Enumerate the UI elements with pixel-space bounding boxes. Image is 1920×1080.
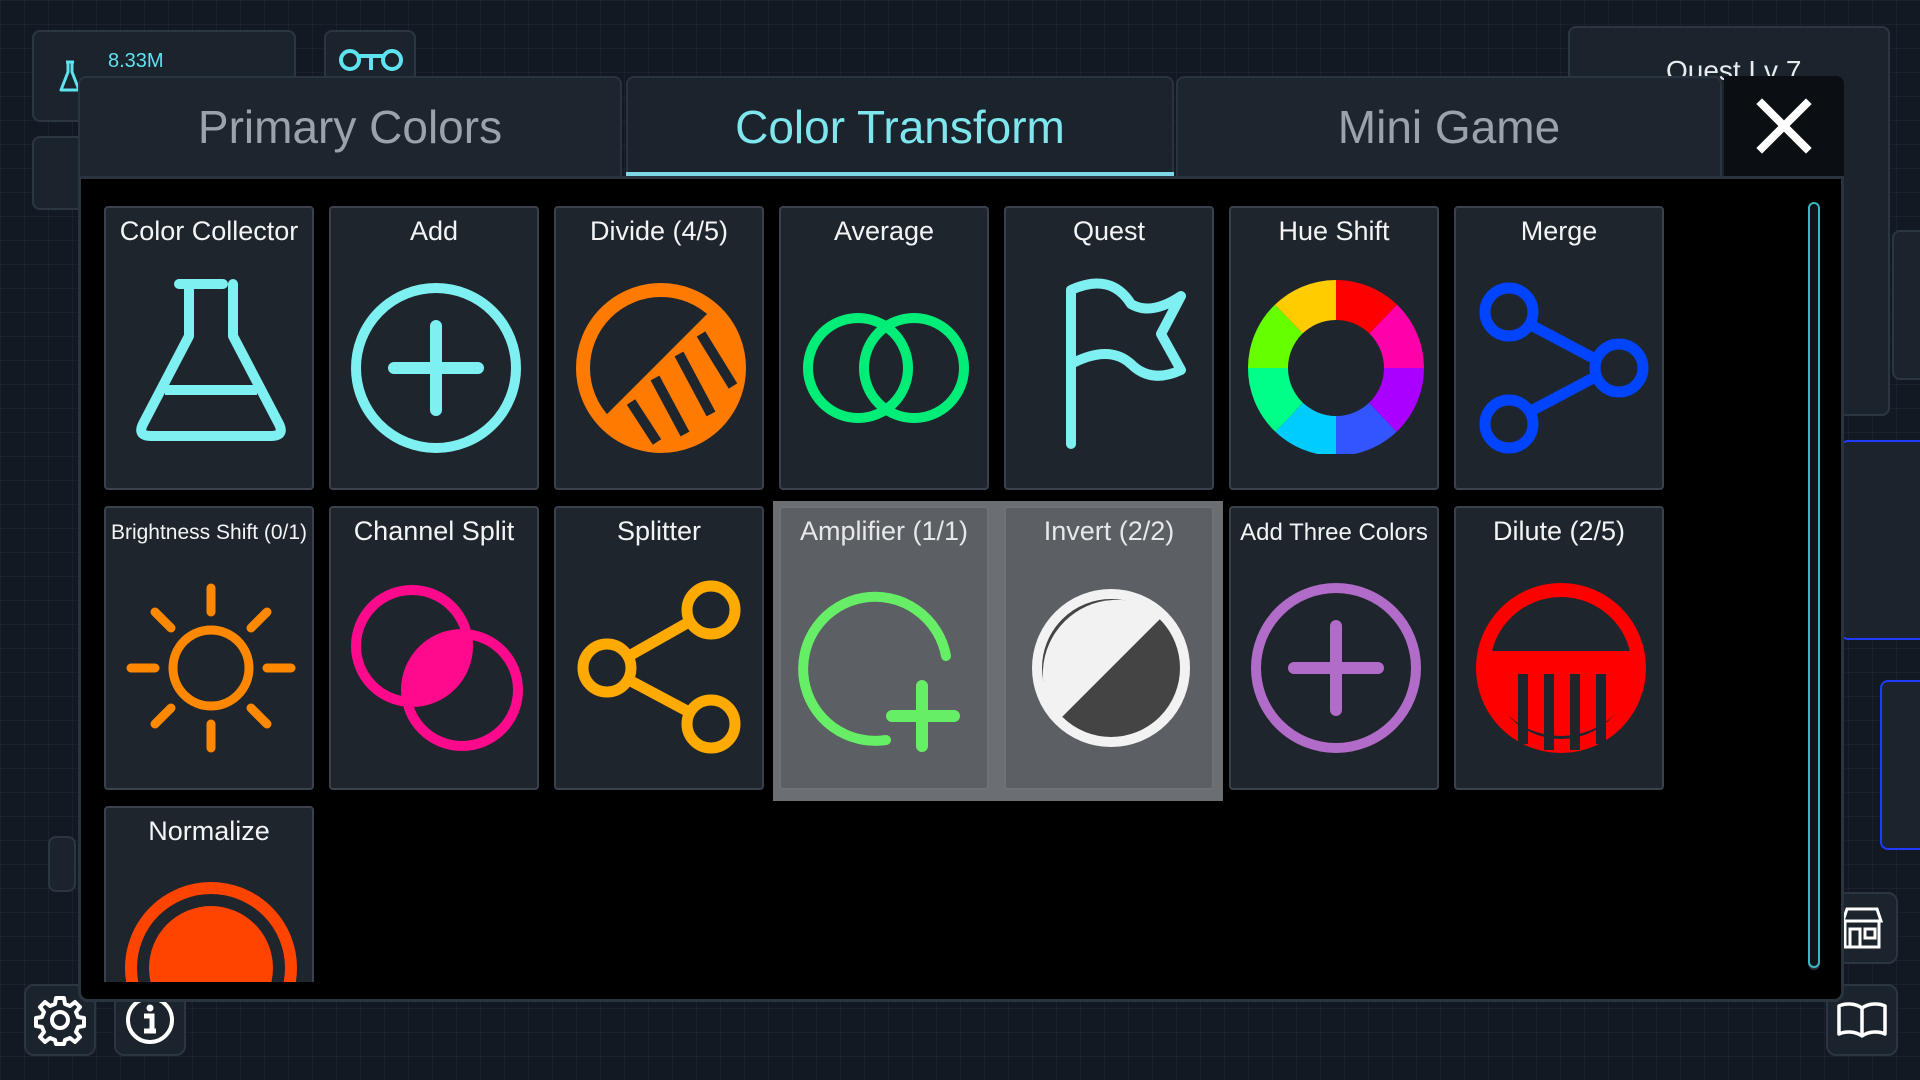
card-title: Normalize [148,816,270,846]
card-color-collector[interactable]: Color Collector [104,206,314,490]
divide-icon [576,283,746,453]
card-invert[interactable]: Invert (2/2) [1004,506,1214,790]
plus-circle-purple-icon [1251,583,1421,753]
card-add-three-colors[interactable]: Add Three Colors [1229,506,1439,790]
merge-icon [1479,282,1649,454]
card-title: Quest [1072,216,1146,246]
money-value: 8.33M [108,50,164,72]
channel-split-icon [351,585,523,751]
card-dilute[interactable]: Dilute (2/5) [1454,506,1664,790]
close-icon [1756,98,1812,154]
right-node-panel [1840,440,1920,640]
card-add[interactable]: Add [329,206,539,490]
flag-icon [1066,278,1186,449]
scrollbar[interactable] [1808,202,1820,968]
card-title: Splitter [616,516,702,546]
left-node-panel [48,836,76,892]
invert-icon [1032,589,1190,747]
card-title: Channel Split [353,516,515,546]
card-title: Hue Shift [1278,216,1390,246]
tab-primary-colors[interactable]: Primary Colors [78,76,622,176]
card-title: Dilute (2/5) [1492,516,1626,546]
card-title: Divide (4/5) [589,216,729,246]
color-wheel-icon [1248,280,1424,454]
right-node-panel-2 [1880,680,1920,850]
card-title: Merge [1520,216,1598,246]
card-title: Average [833,216,935,246]
plus-circle-icon [351,283,521,453]
card-divide[interactable]: Divide (4/5) [554,206,764,490]
card-brightness-shift[interactable]: Brightness Shift (0/1) [104,506,314,790]
book-icon [1837,1002,1887,1038]
modules-grid: Color Collector Add Divide (4/5) Average [104,206,1684,982]
card-title: Amplifier (1/1) [799,516,969,546]
splitter-icon [577,580,741,754]
tab-mini-game-label: Mini Game [1337,101,1561,153]
tab-color-transform[interactable]: Color Transform [626,76,1174,176]
amplifier-icon [798,591,960,752]
flask-icon [136,279,286,441]
sun-icon [126,583,296,753]
card-title: Invert (2/2) [1043,516,1175,546]
shop-icon [1840,907,1884,949]
connector-icon [339,49,403,71]
tab-color-transform-label: Color Transform [735,101,1065,153]
normalize-icon [125,882,297,982]
card-average[interactable]: Average [779,206,989,490]
card-channel-split[interactable]: Channel Split [329,506,539,790]
right-edge-panel [1892,230,1920,380]
card-normalize[interactable]: Normalize [104,806,314,982]
card-title: Brightness Shift (0/1) [110,521,308,544]
card-merge[interactable]: Merge [1454,206,1664,490]
card-splitter[interactable]: Splitter [554,506,764,790]
gear-icon [34,996,86,1046]
dilute-icon [1476,583,1646,753]
tab-primary-colors-label: Primary Colors [197,101,503,153]
tab-mini-game[interactable]: Mini Game [1176,76,1722,176]
card-quest[interactable]: Quest [1004,206,1214,490]
overlap-rings-icon [803,313,969,423]
card-amplifier[interactable]: Amplifier (1/1) [779,506,989,790]
card-title: Color Collector [119,216,299,246]
close-button[interactable] [1724,76,1844,176]
card-hue-shift[interactable]: Hue Shift [1229,206,1439,490]
card-title: Add Three Colors [1240,519,1428,546]
card-title: Add [409,216,459,246]
